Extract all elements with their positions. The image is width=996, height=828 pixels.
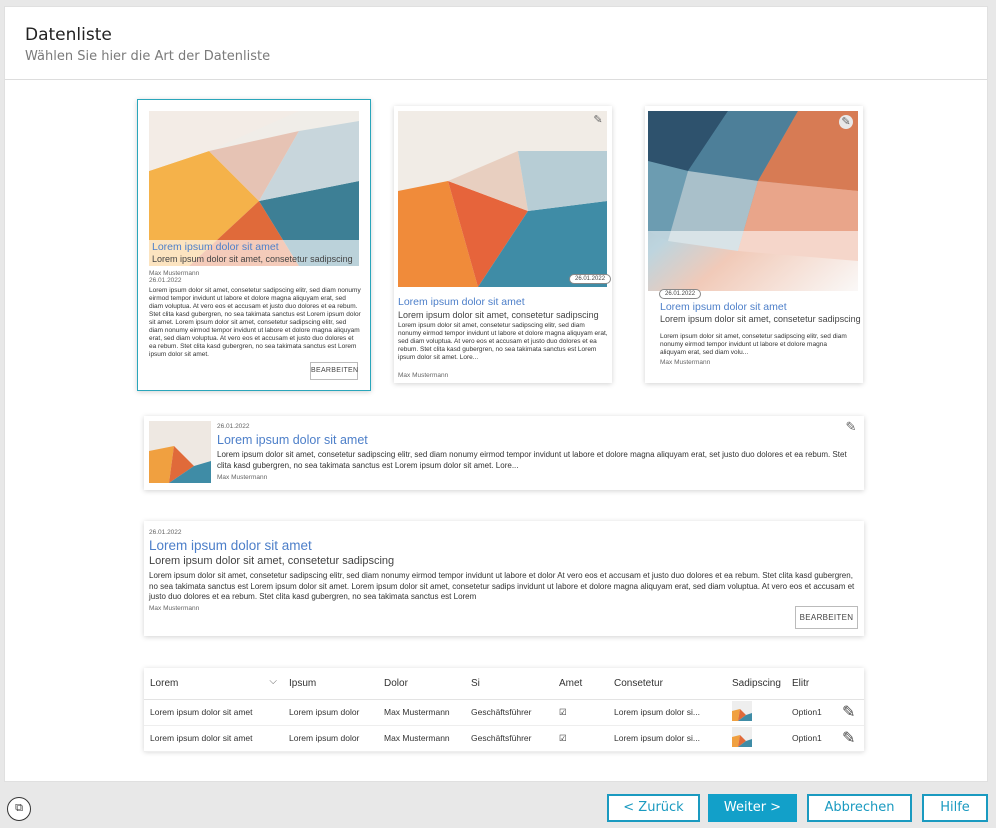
layout-option-card-gradient[interactable]: ✎ 26.01.2022 Lorem ipsum dolor sit amet … <box>645 106 863 383</box>
pencil-icon[interactable]: ✎ <box>844 420 858 434</box>
layout-option-table[interactable]: Lorem ⌵ Ipsum Dolor Si Amet Consetetur Sa… <box>144 668 864 752</box>
table-cell: Geschäftsführer <box>465 725 553 752</box>
help-button[interactable]: Hilfe <box>922 794 988 822</box>
table-cell: Lorem ipsum dolor si... <box>608 725 726 752</box>
table-cell: Lorem ipsum dolor <box>283 725 378 752</box>
window-icon[interactable]: ⧉ <box>7 797 31 821</box>
table-cell-thumbnail <box>726 699 786 726</box>
list-title: Lorem ipsum dolor sit amet <box>217 433 368 447</box>
cancel-button[interactable]: Abbrechen <box>807 794 912 822</box>
column-header[interactable]: Amet <box>553 668 608 700</box>
table-cell: Lorem ipsum dolor si... <box>608 699 726 726</box>
card-date: 26.01.2022 <box>149 277 182 284</box>
text-title: Lorem ipsum dolor sit amet <box>149 538 312 553</box>
column-header[interactable]: Dolor <box>378 668 465 700</box>
table-cell: Option1 <box>786 725 836 752</box>
table-cell: Lorem ipsum dolor sit amet <box>144 699 283 726</box>
thumbnail-image <box>732 701 752 721</box>
pencil-icon[interactable]: ✎ <box>839 115 853 129</box>
card-date-badge: 26.01.2022 <box>569 274 612 284</box>
back-button[interactable]: < Zurück <box>607 794 700 822</box>
pencil-icon[interactable]: ✎ <box>836 699 864 726</box>
text-date: 26.01.2022 <box>149 529 182 536</box>
card-date-badge: 26.01.2022 <box>659 289 702 299</box>
title-overlay: Lorem ipsum dolor sit amet Lorem ipsum d… <box>149 240 359 266</box>
pencil-icon[interactable]: ✎ <box>591 113 605 127</box>
table-cell: Lorem ipsum dolor <box>283 699 378 726</box>
card-author: Max Mustermann <box>398 372 449 379</box>
card-title: Lorem ipsum dolor sit amet <box>660 301 787 313</box>
column-header[interactable]: Ipsum <box>283 668 378 700</box>
column-header[interactable]: Si <box>465 668 553 700</box>
table-cell-thumbnail <box>726 725 786 752</box>
card-image <box>398 111 607 287</box>
table-cell: Max Mustermann <box>378 699 465 726</box>
table-cell: Option1 <box>786 699 836 726</box>
card-subtitle: Lorem ipsum dolor sit amet, consetetur s… <box>398 310 599 320</box>
next-button[interactable]: Weiter > <box>708 794 797 822</box>
thumbnail-image <box>732 727 752 747</box>
table-row[interactable]: Lorem ipsum dolor sit amet Lorem ipsum d… <box>144 699 864 726</box>
table-row[interactable]: Lorem ipsum dolor sit amet Lorem ipsum d… <box>144 725 864 752</box>
layout-option-card-image-top[interactable]: ✎ 26.01.2022 Lorem ipsum dolor sit amet … <box>394 106 612 383</box>
edit-button[interactable]: BEARBEITEN <box>795 606 858 629</box>
checkbox-icon[interactable]: ☑ <box>553 699 608 726</box>
column-header[interactable]: Elitr <box>786 668 836 700</box>
card-body: Lorem ipsum dolor sit amet, consetetur s… <box>149 287 361 358</box>
card-body: Lorem ipsum dolor sit amet, consetetur s… <box>398 322 608 361</box>
table-cell: Max Mustermann <box>378 725 465 752</box>
page-title: Datenliste <box>25 25 112 45</box>
text-subtitle: Lorem ipsum dolor sit amet, consetetur s… <box>149 555 395 567</box>
table-cell: Lorem ipsum dolor sit amet <box>144 725 283 752</box>
card-title: Lorem ipsum dolor sit amet <box>398 296 525 308</box>
edit-button[interactable]: BEARBEITEN <box>310 362 358 380</box>
list-date: 26.01.2022 <box>217 423 250 430</box>
list-author: Max Mustermann <box>217 474 268 481</box>
layout-option-list[interactable]: 26.01.2022 Lorem ipsum dolor sit amet Lo… <box>144 416 864 490</box>
card-author: Max Mustermann <box>660 359 711 366</box>
checkbox-icon[interactable]: ☑ <box>553 725 608 752</box>
text-body: Lorem ipsum dolor sit amet, consetetur s… <box>149 571 855 601</box>
card-title: Lorem ipsum dolor sit amet <box>152 241 279 253</box>
chevron-down-icon[interactable]: ⌵ <box>269 676 277 687</box>
pencil-icon[interactable]: ✎ <box>836 725 864 752</box>
table-cell: Geschäftsführer <box>465 699 553 726</box>
card-image <box>648 111 858 291</box>
card-subtitle: Lorem ipsum dolor sit amet, consetetur s… <box>660 314 861 324</box>
page-header: Datenliste Wählen Sie hier die Art der D… <box>5 7 987 80</box>
column-header-actions <box>836 668 864 700</box>
card-body: Lorem ipsum dolor sit amet, consetetur s… <box>660 333 847 356</box>
text-author: Max Mustermann <box>149 605 200 612</box>
column-header[interactable]: Lorem ⌵ <box>144 668 283 700</box>
list-body: Lorem ipsum dolor sit amet, consetetur s… <box>217 450 847 470</box>
table-header-row: Lorem ⌵ Ipsum Dolor Si Amet Consetetur Sa… <box>144 668 864 700</box>
layout-option-text[interactable]: 26.01.2022 Lorem ipsum dolor sit amet Lo… <box>144 521 864 636</box>
layout-option-card-overlay[interactable]: Lorem ipsum dolor sit amet Lorem ipsum d… <box>137 99 371 391</box>
card-subtitle: Lorem ipsum dolor sit amet, consetetur s… <box>152 254 353 264</box>
list-thumbnail <box>149 421 211 483</box>
column-header[interactable]: Sadipscing <box>726 668 786 700</box>
page-subtitle: Wählen Sie hier die Art der Datenliste <box>25 49 271 64</box>
column-header[interactable]: Consetetur <box>608 668 726 700</box>
